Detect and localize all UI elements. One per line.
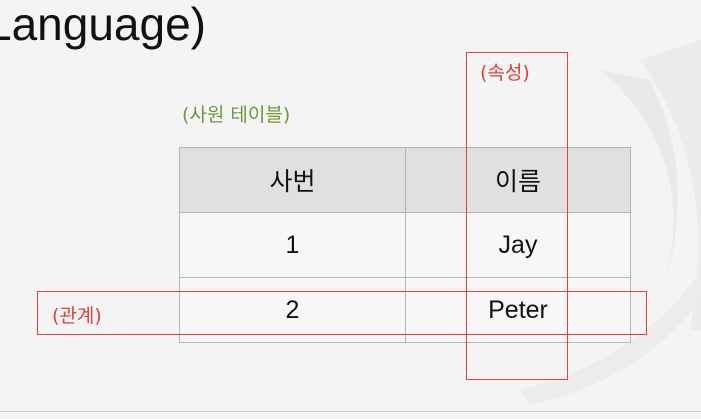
table-cell-employee-id: 1 <box>179 212 406 278</box>
column-header-employee-id: 사번 <box>179 147 406 213</box>
table-caption: (사원 테이블) <box>182 104 291 126</box>
slide-title: Language) <box>0 0 206 50</box>
relation-highlight-box <box>37 291 647 335</box>
relation-label: (관계) <box>52 305 102 327</box>
slide: Language) (사원 테이블) 사번 이름 1 Jay 2 Peter (… <box>0 0 701 419</box>
attribute-label: (속성) <box>480 62 530 84</box>
bottom-divider <box>0 411 701 412</box>
